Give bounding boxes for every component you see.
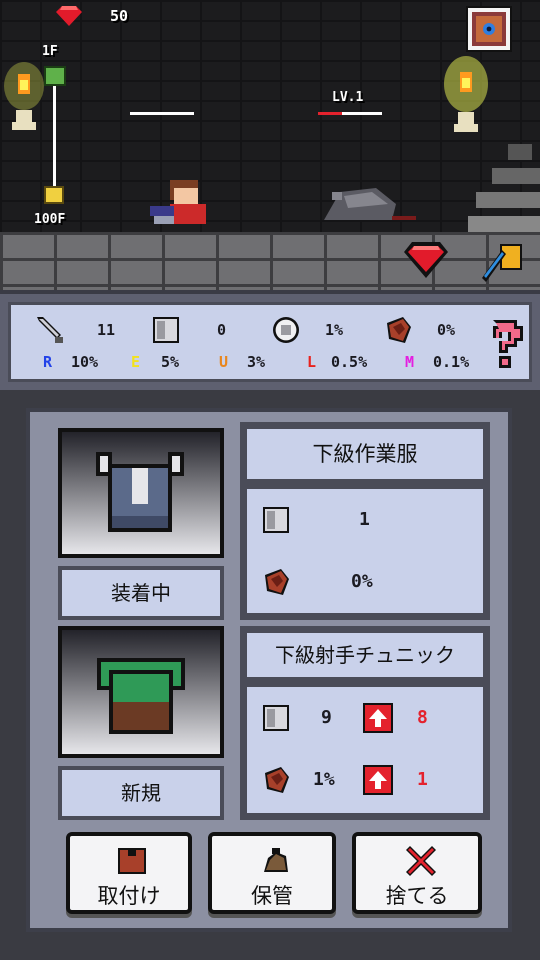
torch-right-icon [444, 56, 488, 136]
floor-bottom-label: 100F [34, 212, 66, 227]
crit-value: 1% [325, 321, 344, 339]
new-defense: 9 [321, 707, 332, 728]
shield-icon [261, 703, 291, 737]
dodge-icon [383, 315, 413, 345]
shield-icon [151, 315, 181, 345]
equipped-stats-box: 1 0% [244, 486, 486, 616]
floor-progress-track [53, 86, 56, 186]
dodge-icon [261, 567, 291, 601]
rarity-row: R 10% E 5% U 3% L 0.5% M 0.1% [33, 353, 483, 375]
discard-button[interactable]: 捨てる [352, 832, 482, 914]
spellbook-button[interactable] [466, 6, 512, 52]
equipment-compare-dialog: 装着中 新規 下級作業服 1 0% 下級射手チュニック 9 8 1% 1 取付け… [26, 408, 512, 932]
new-stats-box: 9 8 1% 1 [244, 684, 486, 816]
equipped-status-label: 装着中 [111, 581, 171, 605]
rarity-m-letter: M [405, 353, 415, 371]
player-character [146, 176, 216, 228]
equipped-item-name: 下級作業服 [312, 442, 418, 466]
equip-button[interactable]: 取付け [66, 832, 192, 914]
close-x-icon [404, 844, 438, 882]
sword-shield-icon[interactable] [478, 238, 526, 282]
discard-button-label: 捨てる [385, 884, 449, 908]
rarity-l-value: 0.5% [331, 353, 368, 371]
armor-icon [116, 846, 148, 880]
equipped-status-box: 装着中 [58, 566, 224, 620]
equipped-defense: 1 [359, 509, 370, 530]
rat-enemy [312, 180, 416, 224]
crit-icon [271, 315, 301, 345]
rarity-u-letter: U [219, 353, 229, 371]
defense-value: 0 [217, 321, 227, 339]
increase-arrow-icon [363, 703, 393, 737]
dodge-value: 0% [437, 321, 456, 339]
store-button[interactable]: 保管 [208, 832, 336, 914]
stairs-decoration [468, 136, 540, 232]
new-defense-diff: 8 [417, 707, 428, 728]
bag-icon [260, 846, 292, 880]
rarity-r-value: 10% [71, 353, 99, 371]
new-item-name: 下級射手チュニック [275, 643, 455, 667]
boss-skull-icon [44, 186, 64, 204]
rarity-e-letter: E [131, 353, 141, 371]
help-button[interactable] [487, 317, 523, 371]
dungeon-scene: 50 1F 100F LV.1 [0, 0, 540, 238]
enemy-level: LV.1 [332, 90, 364, 105]
sword-icon [35, 315, 65, 345]
stats-panel: 11 0 1% 0% R 10% E 5% U 3% L 0.5% M 0.1% [0, 290, 540, 394]
new-item-frame [58, 626, 224, 758]
rarity-m-value: 0.1% [433, 353, 470, 371]
attack-value: 11 [97, 321, 116, 339]
equipped-dodge: 0% [351, 571, 373, 592]
dungeon-floor [0, 232, 540, 290]
player-hp-bar [130, 112, 194, 115]
new-status-label: 新規 [121, 781, 161, 805]
new-stats-panel: 下級射手チュニック 9 8 1% 1 [240, 626, 490, 820]
shield-icon [261, 505, 291, 539]
equipped-stats-panel: 下級作業服 1 0% [240, 422, 490, 620]
equipped-name-box: 下級作業服 [244, 426, 486, 482]
new-name-box: 下級射手チュニック [244, 630, 486, 680]
player-marker-icon [44, 66, 66, 86]
archer-tunic-icon [96, 654, 186, 742]
torch-left-icon [4, 62, 44, 134]
enemy-hp-bar [318, 112, 382, 115]
new-status-box: 新規 [58, 766, 224, 820]
stats-inner: 11 0 1% 0% R 10% E 5% U 3% L 0.5% M 0.1% [8, 302, 532, 382]
new-dodge: 1% [313, 769, 335, 790]
gem-icon [56, 6, 82, 30]
rarity-u-value: 3% [247, 353, 266, 371]
store-button-label: 保管 [251, 884, 293, 908]
gem-shop-button[interactable] [402, 240, 450, 280]
rarity-e-value: 5% [161, 353, 180, 371]
dodge-icon [261, 765, 291, 799]
floor-top-label: 1F [42, 44, 58, 59]
rarity-r-letter: R [43, 353, 53, 371]
rarity-l-letter: L [307, 353, 317, 371]
equip-button-label: 取付け [97, 884, 161, 908]
gem-count: 50 [110, 7, 129, 25]
increase-arrow-icon [363, 765, 393, 799]
equipped-item-frame [58, 428, 224, 558]
new-dodge-diff: 1 [417, 769, 428, 790]
work-clothes-icon [92, 452, 188, 540]
